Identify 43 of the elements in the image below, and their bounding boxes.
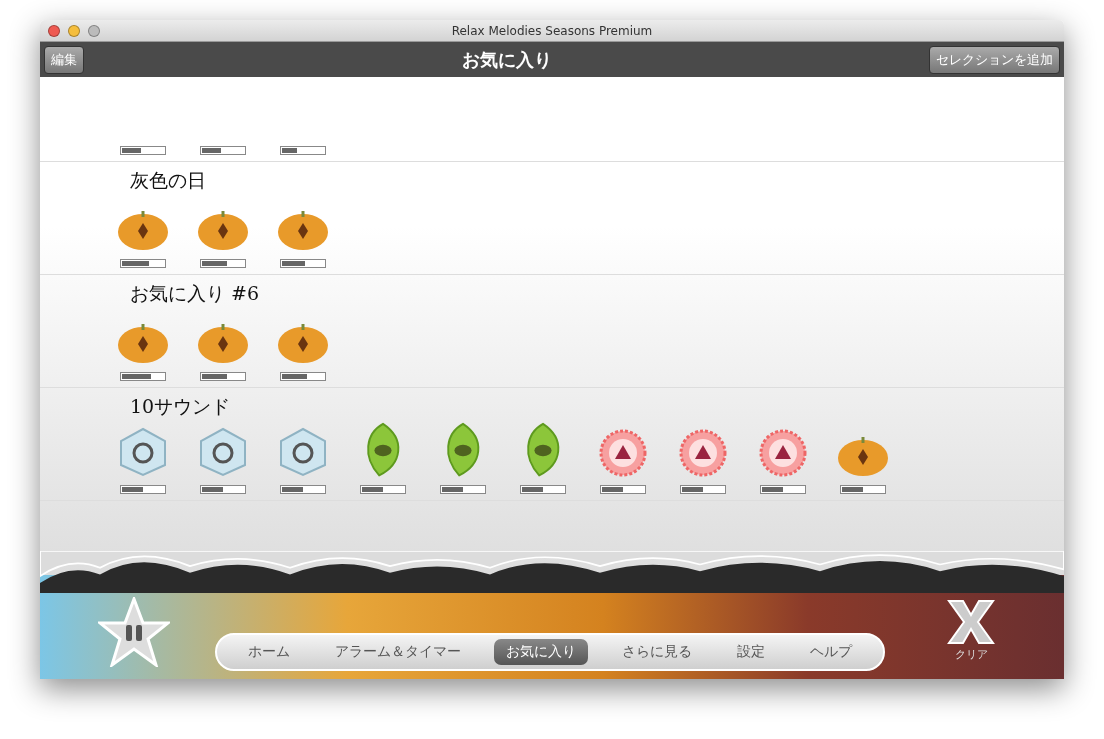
favorite-title[interactable]: 10サウンド	[120, 394, 1064, 420]
crystal-icon[interactable]	[117, 427, 169, 477]
volume-bar[interactable]	[120, 485, 166, 494]
page-title: お気に入り	[461, 47, 552, 72]
volume-bar[interactable]	[360, 485, 406, 494]
volume-bar[interactable]	[440, 485, 486, 494]
flower-icon[interactable]	[759, 429, 807, 477]
volume-bar[interactable]	[520, 485, 566, 494]
nav-tab[interactable]: お気に入り	[494, 639, 589, 665]
volume-bar[interactable]	[200, 146, 246, 155]
crystal-icon[interactable]	[277, 427, 329, 477]
pause-button[interactable]	[98, 597, 170, 667]
zoom-button[interactable]	[88, 24, 100, 37]
volume-bar[interactable]	[680, 485, 726, 494]
volume-bar[interactable]	[200, 485, 246, 494]
volume-bar[interactable]	[280, 372, 326, 381]
volume-bar[interactable]	[280, 485, 326, 494]
volume-bar[interactable]	[760, 485, 806, 494]
crystal-icon[interactable]	[197, 427, 249, 477]
window-title: Relax Melodies Seasons Premium	[451, 23, 653, 38]
volume-bar[interactable]	[200, 372, 246, 381]
volume-bar[interactable]	[120, 259, 166, 268]
flower-icon[interactable]	[599, 429, 647, 477]
close-button[interactable]	[48, 24, 60, 37]
volume-bar[interactable]	[120, 372, 166, 381]
add-selection-button[interactable]: セレクションを追加	[929, 45, 1060, 74]
nav-tab[interactable]: 設定	[724, 639, 777, 665]
favorite-title[interactable]: 灰色の日	[120, 168, 1064, 194]
nav-tab[interactable]: さらに見る	[609, 639, 704, 665]
nav-tab[interactable]: ホーム	[235, 639, 302, 665]
nav-tab[interactable]: アラーム＆タイマー	[323, 639, 473, 665]
volume-bar[interactable]	[840, 485, 886, 494]
nav-tab[interactable]: ヘルプ	[798, 639, 865, 665]
volume-bar[interactable]	[280, 259, 326, 268]
volume-bar[interactable]	[280, 146, 326, 155]
volume-bar[interactable]	[600, 485, 646, 494]
minimize-button[interactable]	[68, 24, 80, 37]
clear-button[interactable]: クリア	[936, 597, 1006, 662]
flower-icon[interactable]	[679, 429, 727, 477]
favorite-title[interactable]: お気に入り #6	[120, 281, 1064, 307]
volume-bar[interactable]	[200, 259, 246, 268]
edit-button[interactable]: 編集	[44, 45, 84, 74]
volume-bar[interactable]	[120, 146, 166, 155]
